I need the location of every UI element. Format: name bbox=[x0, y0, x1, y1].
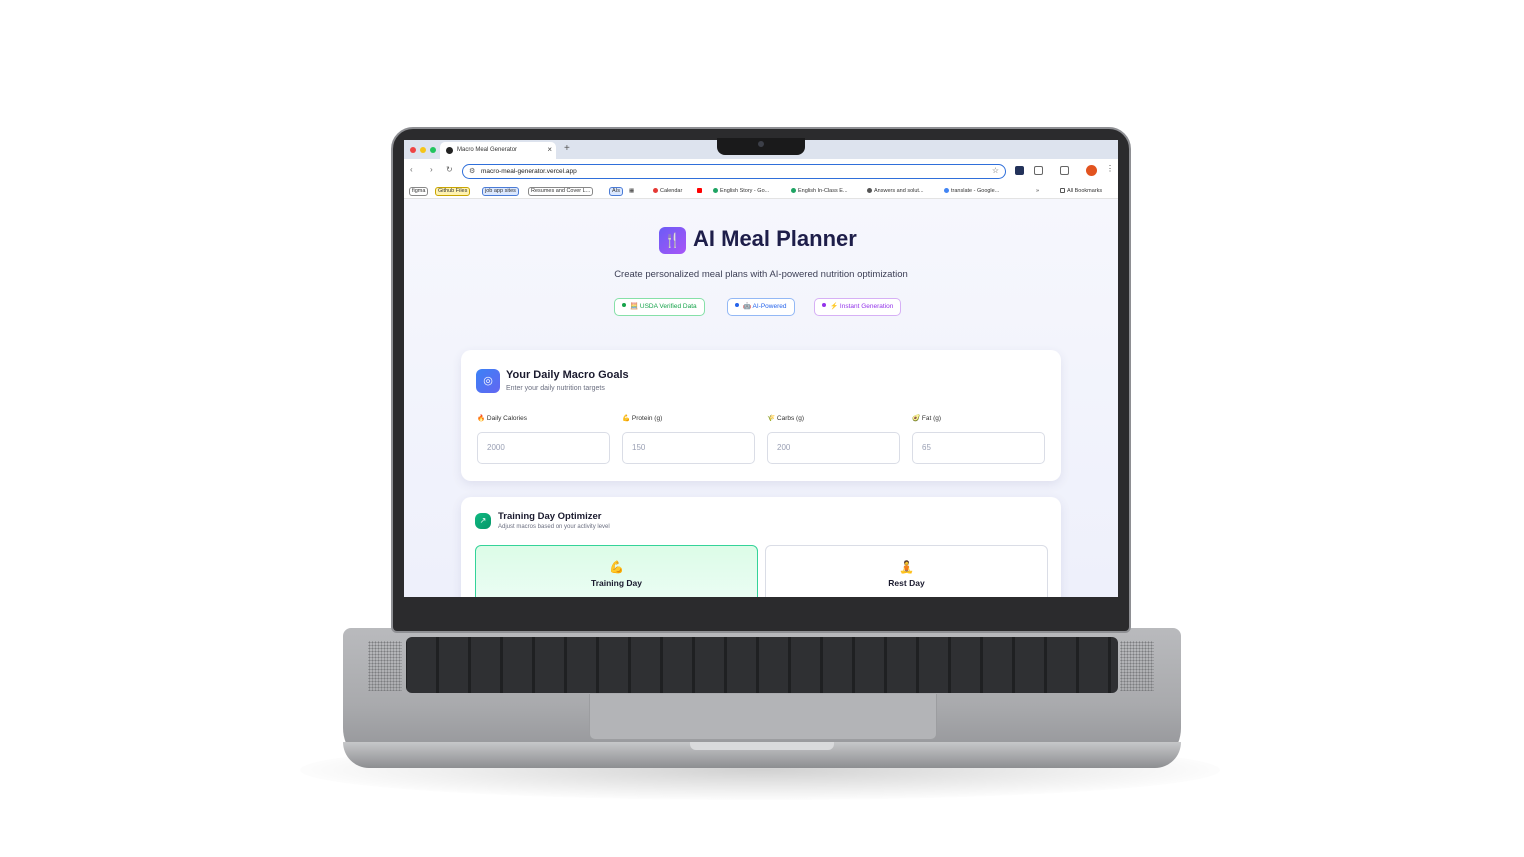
new-tab-button[interactable]: + bbox=[564, 143, 570, 154]
maximize-window-icon[interactable] bbox=[430, 147, 436, 153]
youtube-icon[interactable] bbox=[697, 187, 704, 196]
cast-icon[interactable] bbox=[1060, 166, 1069, 175]
profile-avatar[interactable] bbox=[1086, 165, 1097, 176]
status-dot-icon bbox=[622, 303, 626, 307]
badge-ai-powered: 🤖 AI-Powered bbox=[727, 298, 795, 316]
card-subtitle: Adjust macros based on your activity lev… bbox=[498, 524, 610, 530]
globe-icon bbox=[867, 187, 872, 193]
back-icon[interactable]: ‹ bbox=[410, 165, 413, 174]
protein-input[interactable]: 150 bbox=[622, 432, 755, 464]
bookmark-item[interactable]: English In-Class E... bbox=[791, 187, 848, 196]
badge-usda: 🧮 USDA Verified Data bbox=[614, 298, 705, 316]
option-label: Rest Day bbox=[888, 578, 925, 588]
site-info-icon[interactable]: ⚙ bbox=[469, 167, 475, 175]
app-page: 🍴 AI Meal Planner Create personalized me… bbox=[404, 199, 1118, 597]
trend-icon: ↗ bbox=[475, 513, 491, 529]
keyboard bbox=[406, 637, 1118, 693]
calories-input[interactable]: 2000 bbox=[477, 432, 610, 464]
card-subtitle: Enter your daily nutrition targets bbox=[506, 385, 605, 392]
fire-icon: 🔥 bbox=[477, 415, 486, 422]
bookmark-star-icon[interactable]: ☆ bbox=[992, 166, 999, 175]
minimize-window-icon[interactable] bbox=[420, 147, 426, 153]
trackpad bbox=[589, 694, 937, 740]
training-day-option[interactable]: 💪 Training Day bbox=[475, 545, 758, 597]
page-subtitle: Create personalized meal plans with AI-p… bbox=[614, 269, 908, 280]
muscle-icon: 💪 bbox=[622, 415, 631, 422]
bookmark-item[interactable]: AIs bbox=[609, 187, 623, 196]
bookmark-item[interactable]: figma bbox=[409, 187, 429, 196]
target-icon: ◎ bbox=[476, 369, 500, 393]
option-label: Training Day bbox=[590, 578, 642, 588]
carbs-input[interactable]: 200 bbox=[767, 432, 900, 464]
protein-label: 💪 Protein (g) bbox=[622, 415, 663, 422]
bookmarks-bar: figma Github Files job app sites Resumes… bbox=[404, 184, 1118, 199]
bookmark-item[interactable]: Calendar bbox=[653, 187, 682, 196]
lid-opening-notch bbox=[690, 742, 834, 750]
browser-menu-icon[interactable]: ⋮ bbox=[1106, 164, 1114, 173]
drive-icon bbox=[791, 187, 796, 193]
fat-input[interactable]: 65 bbox=[912, 432, 1045, 464]
all-bookmarks[interactable]: All Bookmarks bbox=[1060, 187, 1102, 196]
card-title: Training Day Optimizer bbox=[498, 511, 602, 522]
folder-icon bbox=[1060, 187, 1065, 193]
drive-icon bbox=[713, 187, 718, 193]
calories-label: 🔥 Daily Calories bbox=[477, 415, 528, 422]
bookmark-item[interactable]: job app sites bbox=[482, 187, 519, 196]
tab-title: Macro Meal Generator bbox=[457, 147, 518, 153]
rest-day-option[interactable]: 🧘 Rest Day bbox=[765, 545, 1048, 597]
browser-window: Macro Meal Generator × + ‹ › ↻ ⚙ macro-m… bbox=[404, 140, 1118, 597]
bookmark-item[interactable]: Answers and solut... bbox=[867, 187, 924, 196]
badge-instant-generation: ⚡ Instant Generation bbox=[814, 298, 902, 316]
status-dot-icon bbox=[822, 303, 826, 307]
forward-icon[interactable]: › bbox=[430, 165, 433, 174]
bookmark-item[interactable]: English Story - Go... bbox=[713, 187, 769, 196]
favicon-icon bbox=[446, 147, 453, 154]
toolbar: ‹ › ↻ ⚙ macro-meal-generator.vercel.app … bbox=[404, 159, 1118, 184]
bookmark-item[interactable]: Github Files bbox=[435, 187, 471, 196]
training-day-card: ↗ Training Day Optimizer Adjust macros b… bbox=[461, 497, 1061, 597]
carbs-label: 🌾 Carbs (g) bbox=[767, 415, 804, 422]
page-title: AI Meal Planner bbox=[693, 226, 857, 251]
fat-label: 🥑 Fat (g) bbox=[912, 415, 942, 422]
macro-goals-card: ◎ Your Daily Macro Goals Enter your dail… bbox=[461, 350, 1061, 481]
meditation-icon: 🧘 bbox=[899, 560, 914, 574]
card-title: Your Daily Macro Goals bbox=[506, 369, 629, 381]
close-tab-icon[interactable]: × bbox=[547, 145, 552, 154]
status-dot-icon bbox=[735, 303, 739, 307]
close-window-icon[interactable] bbox=[410, 147, 416, 153]
address-bar[interactable]: ⚙ macro-meal-generator.vercel.app ☆ bbox=[462, 164, 1006, 179]
extensions-puzzle-icon[interactable] bbox=[1034, 166, 1043, 175]
wheat-icon: 🌾 bbox=[767, 415, 776, 422]
apps-grid-icon[interactable]: ▦ bbox=[629, 187, 634, 196]
tab-macro-meal-generator[interactable]: Macro Meal Generator × bbox=[440, 142, 556, 159]
laptop-mockup: Macro Meal Generator × + ‹ › ↻ ⚙ macro-m… bbox=[0, 0, 1524, 857]
camera-icon bbox=[758, 141, 764, 147]
url-text: macro-meal-generator.vercel.app bbox=[481, 167, 577, 175]
bookmark-item[interactable]: translate - Google... bbox=[944, 187, 999, 196]
bookmark-item[interactable]: Resumes and Cover L... bbox=[528, 187, 594, 196]
extension-icon[interactable] bbox=[1015, 166, 1024, 175]
more-bookmarks-icon[interactable]: » bbox=[1036, 187, 1039, 196]
speaker-grille-right bbox=[1120, 641, 1154, 691]
reload-icon[interactable]: ↻ bbox=[446, 165, 453, 174]
flexed-arm-icon: 💪 bbox=[609, 560, 624, 574]
speaker-grille-left bbox=[368, 641, 402, 691]
calendar-icon bbox=[653, 187, 658, 193]
google-icon bbox=[944, 187, 949, 193]
utensils-icon: 🍴 bbox=[659, 227, 686, 254]
avocado-icon: 🥑 bbox=[912, 415, 921, 422]
